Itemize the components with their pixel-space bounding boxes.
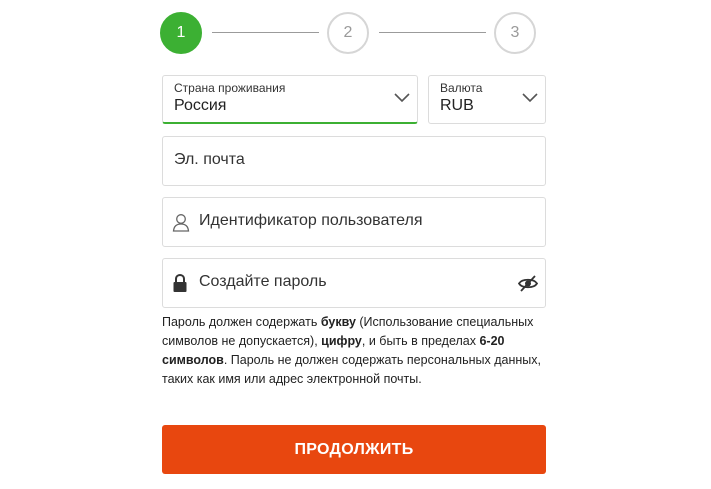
hint-bold-digit: цифру (321, 334, 362, 348)
country-label: Страна проживания (174, 81, 286, 95)
stepper: 1 2 3 (0, 0, 711, 70)
continue-button[interactable]: ПРОДОЛЖИТЬ (162, 425, 546, 474)
hint-text: Пароль должен содержать (162, 315, 321, 329)
password-field[interactable]: Создайте пароль (162, 258, 546, 308)
chevron-down-icon (394, 93, 410, 103)
step-3-label: 3 (510, 24, 520, 41)
hint-bold-letter: букву (320, 315, 356, 329)
password-hint: Пароль должен содержать букву (Использов… (162, 313, 552, 389)
hint-text: , и быть в пределах (361, 334, 480, 348)
step-connector (379, 32, 486, 33)
step-connector (212, 32, 319, 33)
email-field[interactable]: Эл. почта (162, 136, 546, 186)
chevron-down-icon (522, 93, 538, 103)
country-select[interactable]: Страна проживания Россия (162, 75, 418, 124)
email-placeholder: Эл. почта (174, 151, 245, 168)
currency-select[interactable]: Валюта RUB (428, 75, 546, 124)
step-1-label: 1 (176, 24, 186, 41)
password-placeholder: Создайте пароль (199, 273, 327, 290)
username-placeholder: Идентификатор пользователя (199, 212, 423, 229)
currency-value: RUB (440, 97, 474, 114)
step-2: 2 (327, 12, 369, 54)
step-3: 3 (494, 12, 536, 54)
lock-icon (173, 273, 187, 292)
currency-label: Валюта (440, 81, 483, 95)
eye-off-icon[interactable] (518, 275, 538, 292)
user-icon (172, 214, 190, 232)
step-2-label: 2 (343, 24, 353, 41)
step-1: 1 (160, 12, 202, 54)
username-field[interactable]: Идентификатор пользователя (162, 197, 546, 247)
country-value: Россия (174, 97, 227, 114)
